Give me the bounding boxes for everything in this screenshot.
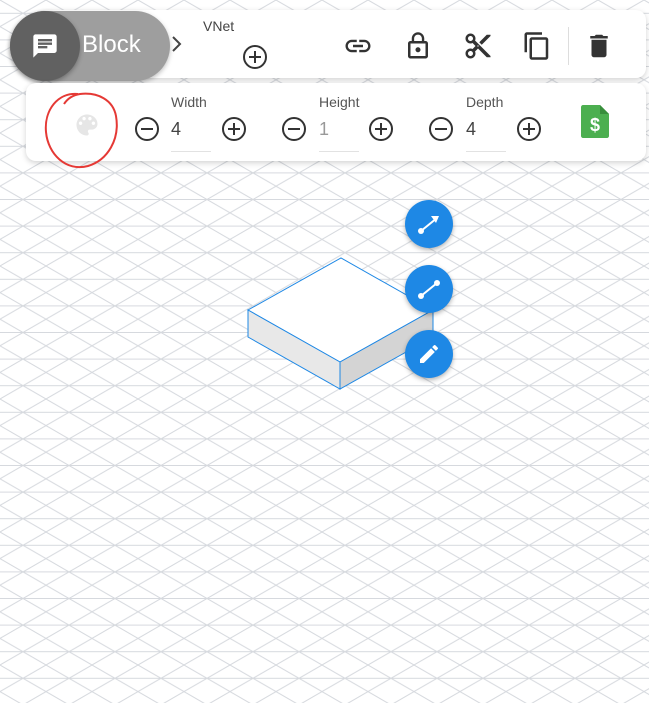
depth-decrement-icon[interactable] [428,116,454,142]
add-circle-icon[interactable] [242,44,268,70]
toolbar-divider [568,27,569,65]
block-chip[interactable]: Block [10,11,170,81]
block-label: Block [82,31,141,58]
width-field[interactable]: 4 [171,119,211,152]
height-field[interactable]: 1 [319,119,359,152]
lock-icon[interactable] [403,31,433,61]
height-increment-icon[interactable] [368,116,394,142]
svg-text:$: $ [590,115,600,135]
delete-icon[interactable] [584,31,614,61]
depth-field[interactable]: 4 [466,119,506,152]
connect-line-button[interactable] [405,265,453,313]
copy-icon[interactable] [522,31,552,61]
width-decrement-icon[interactable] [134,116,160,142]
cut-icon[interactable] [463,31,493,61]
width-increment-icon[interactable] [221,116,247,142]
connect-line-icon [418,280,440,299]
edit-pencil-icon [420,344,439,363]
edit-button[interactable] [405,330,453,378]
vnet-label: VNet [203,18,235,34]
link-icon[interactable] [343,31,373,61]
height-label: Height [319,94,360,110]
cost-estimate-icon[interactable]: $ [579,103,611,139]
depth-increment-icon[interactable] [516,116,542,142]
width-label: Width [171,94,207,110]
connect-arrow-icon [418,216,439,234]
depth-label: Depth [466,94,504,110]
connect-arrow-button[interactable] [405,200,453,248]
height-decrement-icon[interactable] [281,116,307,142]
red-annotation-circle [44,92,118,169]
chevron-right-icon [172,36,182,52]
comment-icon[interactable] [10,11,80,81]
